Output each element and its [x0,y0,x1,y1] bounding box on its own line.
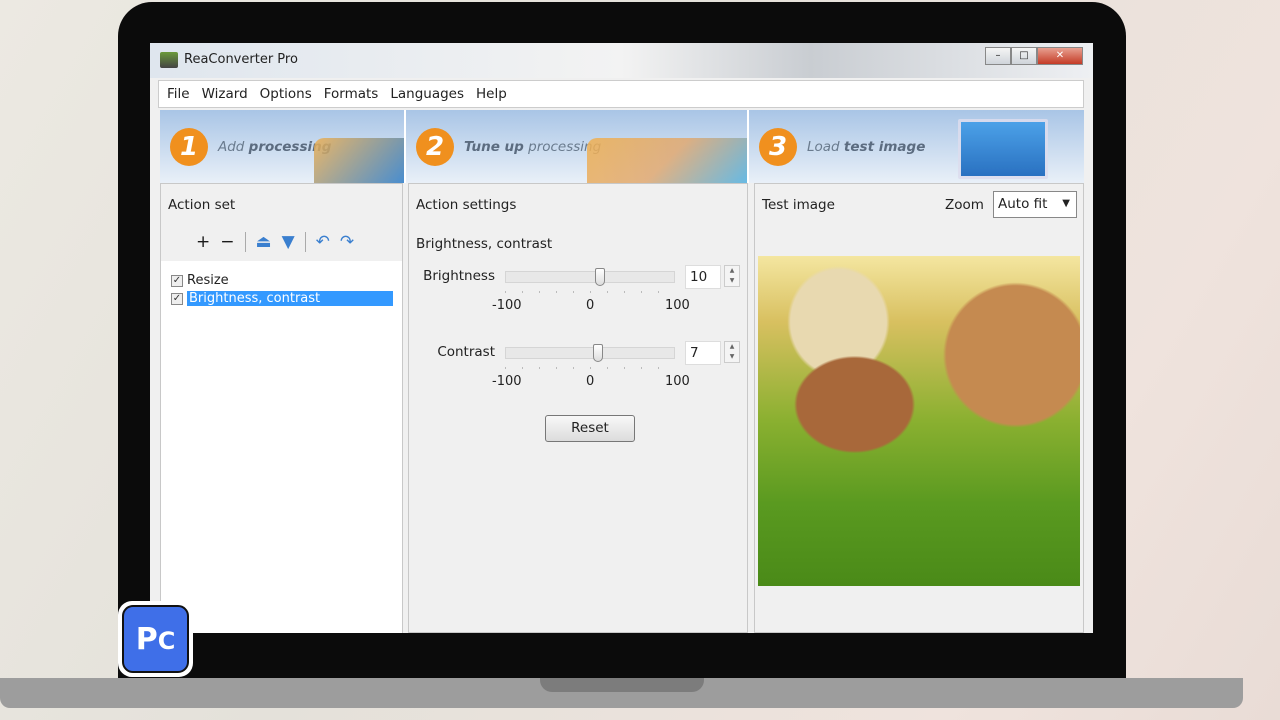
contrast-label: Contrast [437,344,495,360]
step-tune-up-processing[interactable]: 2 Tune up processing [406,110,749,183]
zoom-select[interactable]: Auto fit ▼ [993,191,1077,218]
window-title: ReaConverter Pro [184,52,298,67]
slider-ticks [505,291,675,293]
action-settings-panel: Action settings Brightness, contrast Bri… [408,183,748,633]
menu-bar: File Wizard Options Formats Languages He… [158,80,1084,108]
menu-help[interactable]: Help [476,86,507,102]
step-number: 3 [759,127,797,166]
menu-wizard[interactable]: Wizard [202,86,248,102]
add-action-icon[interactable]: + [196,232,210,252]
contrast-slider[interactable] [505,344,675,362]
brightness-spinner[interactable]: ▲ ▼ [724,265,740,287]
checkbox[interactable]: ✓ [171,274,183,287]
chevron-down-icon: ▼ [1062,198,1070,209]
item-label: Brightness, contrast [187,291,393,306]
contrast-input[interactable]: 7 [685,341,721,365]
brightness-input[interactable]: 10 [685,265,721,289]
contrast-spinner[interactable]: ▲ ▼ [724,341,740,363]
brightness-slider[interactable] [505,268,675,286]
brightness-label: Brightness [423,268,495,284]
step-number: 1 [170,127,208,166]
step-number: 2 [416,127,454,166]
remove-action-icon[interactable]: − [220,232,234,252]
monitor-icon [958,119,1048,179]
tick-label: 100 [665,374,690,389]
step-label: Load [807,138,840,155]
move-down-icon[interactable]: ▼ [282,232,295,252]
minimize-button[interactable]: – [985,47,1011,65]
close-button[interactable]: ✕ [1037,47,1083,65]
panel-title: Test image [762,197,835,213]
test-image-preview [758,256,1080,586]
toolbar-divider [304,232,306,252]
tick-label: 100 [665,298,690,313]
zoom-value: Auto fit [998,196,1048,212]
tick-label: 0 [586,374,595,389]
title-bar: ReaConverter Pro – □ ✕ [150,43,1093,78]
laptop-notch [540,678,704,692]
reset-button[interactable]: Reset [545,415,635,442]
zoom-label: Zoom [945,197,984,213]
slider-ticks [505,367,675,369]
move-up-icon[interactable]: ⏏ [256,232,272,252]
undo-icon[interactable]: ↶ [316,232,330,252]
panel-title: Action settings [416,197,517,213]
slider-thumb[interactable] [595,268,605,286]
tick-label: -100 [492,374,522,389]
menu-file[interactable]: File [167,86,190,102]
step-load-test-image[interactable]: 3 Load test image [749,110,1084,183]
settings-subtitle: Brightness, contrast [416,236,553,252]
wizard-steps: 1 Add processing 2 Tune up processing 3 … [160,110,1084,183]
tick-label: -100 [492,298,522,313]
menu-options[interactable]: Options [260,86,312,102]
step-add-processing[interactable]: 1 Add processing [160,110,406,183]
step-label-bold: test image [843,138,926,155]
app-window: ReaConverter Pro – □ ✕ File Wizard Optio… [150,43,1093,633]
paintbrush-icon [314,138,404,183]
maximize-button[interactable]: □ [1011,47,1037,65]
menu-formats[interactable]: Formats [324,86,379,102]
test-image-panel: Test image Zoom Auto fit ▼ [754,183,1084,633]
list-item[interactable]: ✓ Brightness, contrast [171,291,393,306]
panel-title: Action set [168,197,236,213]
step-label-bold: Tune up [464,138,524,155]
menu-languages[interactable]: Languages [390,86,464,102]
redo-icon[interactable]: ↷ [340,232,354,252]
slider-thumb[interactable] [593,344,603,362]
step-label: Add [218,138,245,155]
toolbar-divider [244,232,246,252]
action-list: ✓ Resize ✓ Brightness, contrast [161,261,402,633]
palette-icon [587,138,747,183]
tick-label: 0 [586,298,595,313]
list-item[interactable]: ✓ Resize [171,273,229,288]
brand-logo: PC [118,601,193,677]
app-icon [160,52,178,68]
logo-mark: PC [122,605,189,673]
action-set-panel: Action set + − ⏏ ▼ ↶ ↷ ✓ Resize ✓ Brightne… [160,183,403,633]
item-label: Resize [187,273,229,288]
checkbox[interactable]: ✓ [171,292,183,305]
